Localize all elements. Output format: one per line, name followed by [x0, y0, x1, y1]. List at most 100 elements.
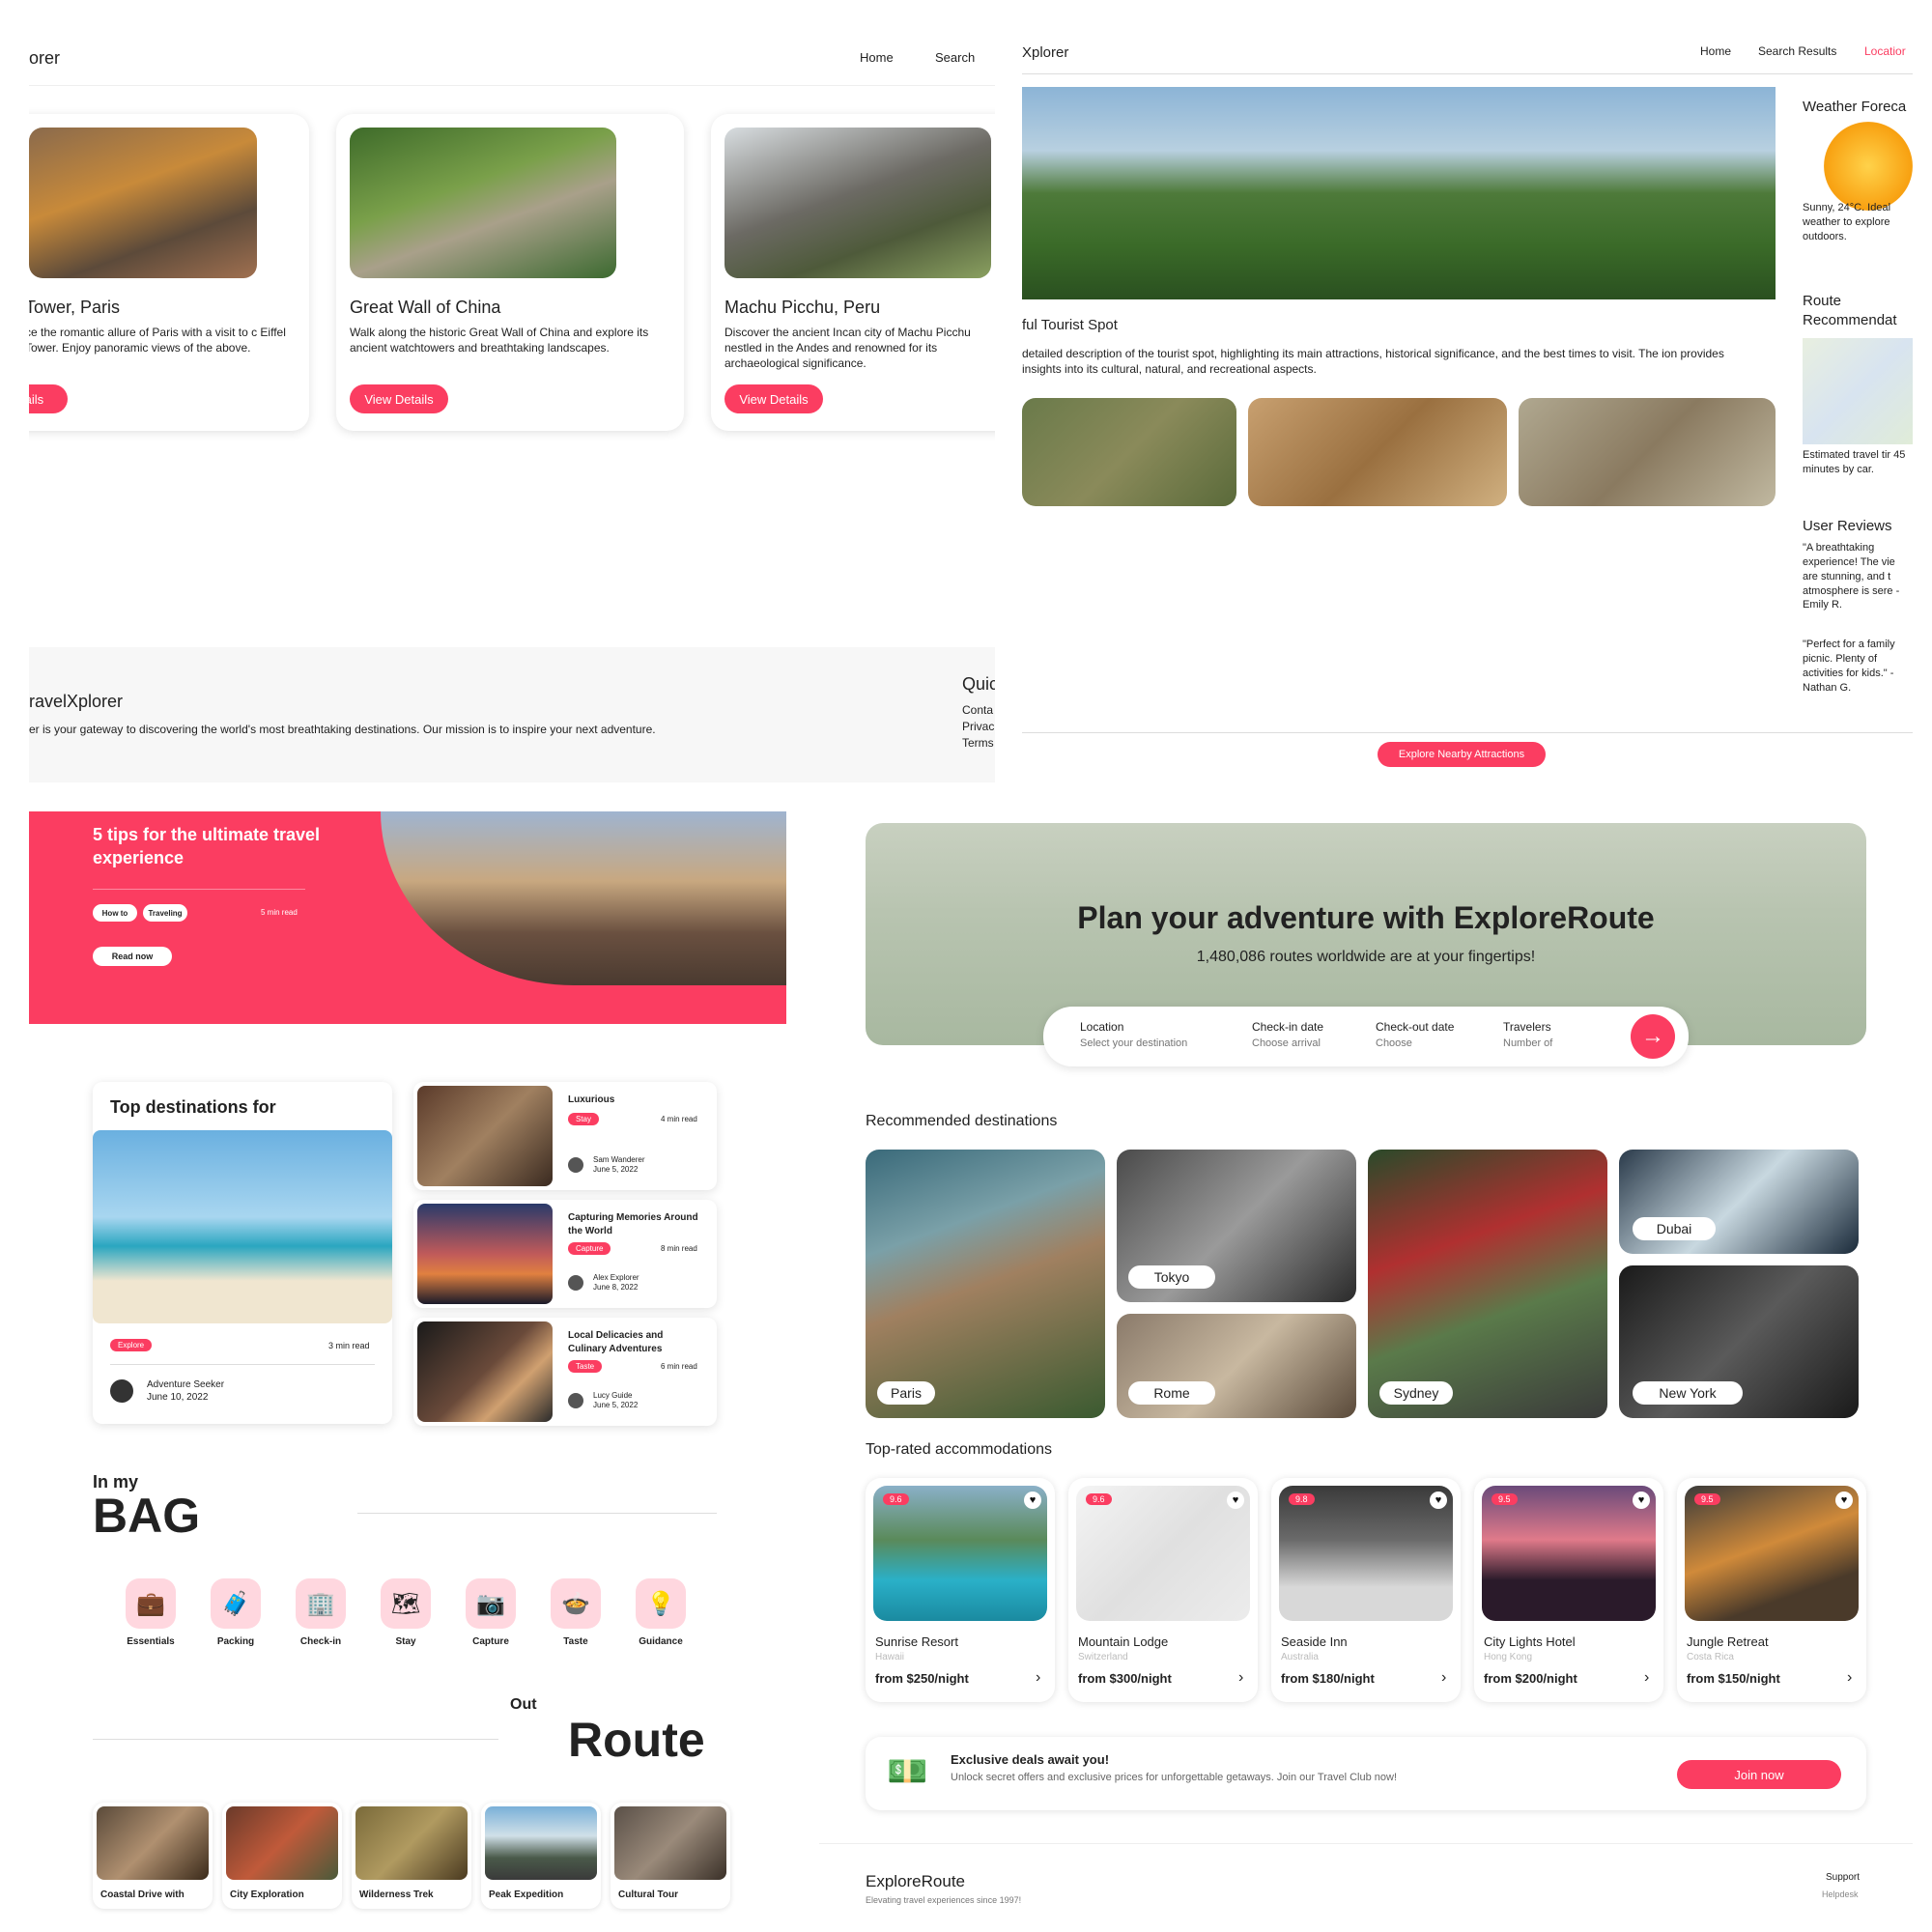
nav-search-results[interactable]: Search Results	[1758, 44, 1836, 58]
view-details-button[interactable]: View Details	[350, 384, 448, 413]
heart-icon[interactable]: ♥	[1835, 1492, 1853, 1509]
deal-title: Exclusive deals await you!	[951, 1752, 1110, 1767]
category-label: Taste	[563, 1636, 588, 1647]
accommodation-card[interactable]: 9.8 ♥ Seaside Inn Australia from $180/ni…	[1271, 1478, 1461, 1702]
nav-home[interactable]: Home	[1700, 44, 1731, 58]
chevron-right-icon[interactable]: ›	[1238, 1669, 1243, 1687]
brand-logo[interactable]: orer	[29, 48, 60, 69]
heart-icon[interactable]: ♥	[1633, 1492, 1650, 1509]
accommodations-title: Top-rated accommodations	[866, 1441, 1052, 1458]
tag-how-to[interactable]: How to	[93, 904, 137, 922]
read-time: 6 min read	[661, 1362, 697, 1371]
card-description: ce the romantic allure of Paris with a v…	[29, 326, 286, 355]
author-name: Adventure Seeker	[147, 1379, 225, 1390]
nav-search[interactable]: Search	[935, 50, 975, 65]
search-submit-button[interactable]: →	[1631, 1014, 1675, 1059]
accommodation-location: Hawaii	[875, 1652, 905, 1662]
accommodation-image	[873, 1486, 1047, 1621]
heart-icon[interactable]: ♥	[1227, 1492, 1244, 1509]
tag-stay[interactable]: Stay	[568, 1113, 600, 1125]
accommodation-image	[1279, 1486, 1453, 1621]
checkin-input[interactable]	[1252, 1037, 1358, 1049]
footer-link-helpdesk[interactable]: Helpdesk	[1822, 1889, 1859, 1899]
read-now-button[interactable]: Read now	[93, 947, 172, 966]
article-card[interactable]: Capturing Memories Around the World Capt…	[413, 1200, 717, 1308]
destination-tile-dubai[interactable]: Dubai	[1619, 1150, 1859, 1254]
destination-tile-new-york[interactable]: New York	[1619, 1265, 1859, 1418]
panel-travel-blog: 5 tips for the ultimate travel experienc…	[29, 811, 792, 1932]
card-description: Walk along the historic Great Wall of Ch…	[350, 326, 649, 355]
accommodation-location: Switzerland	[1078, 1652, 1128, 1662]
chevron-right-icon[interactable]: ›	[1644, 1669, 1649, 1687]
article-card[interactable]: Local Delicacies and Culinary Adventures…	[413, 1318, 717, 1426]
location-input[interactable]	[1080, 1037, 1225, 1049]
route-card[interactable]: Coastal Drive with	[93, 1803, 213, 1909]
chevron-right-icon[interactable]: ›	[1441, 1669, 1446, 1687]
accommodation-name: Seaside Inn	[1281, 1634, 1348, 1649]
read-time: 5 min read	[261, 908, 298, 917]
bulb-icon[interactable]: 💡	[636, 1578, 686, 1629]
article-card[interactable]: Luxurious Stay 4 min read Sam Wanderer J…	[413, 1082, 717, 1190]
bag-icon[interactable]: 💼	[126, 1578, 176, 1629]
map-icon[interactable]: 🗺	[381, 1578, 431, 1629]
destination-tile-tokyo[interactable]: Tokyo	[1117, 1150, 1356, 1302]
route-card[interactable]: Cultural Tour	[611, 1803, 730, 1909]
footer-link-terms[interactable]: Terms	[962, 736, 994, 750]
nav-location[interactable]: Locatior	[1864, 44, 1906, 58]
heart-icon[interactable]: ♥	[1024, 1492, 1041, 1509]
route-map[interactable]	[1803, 338, 1913, 444]
great-wall-image	[350, 128, 616, 278]
accommodation-image	[1076, 1486, 1250, 1621]
search-bar: Location Check-in date Check-out date Tr…	[1043, 1007, 1689, 1066]
camera-icon[interactable]: 📷	[466, 1578, 516, 1629]
explore-nearby-button[interactable]: Explore Nearby Attractions	[1378, 742, 1546, 767]
join-now-button[interactable]: Join now	[1677, 1760, 1841, 1789]
hotel-icon[interactable]: 🏢	[296, 1578, 346, 1629]
route-divider	[93, 1739, 498, 1740]
sun-icon	[1824, 122, 1913, 211]
accommodation-card[interactable]: 9.6 ♥ Sunrise Resort Hawaii from $250/ni…	[866, 1478, 1055, 1702]
chevron-right-icon[interactable]: ›	[1036, 1669, 1040, 1687]
accommodation-card[interactable]: 9.6 ♥ Mountain Lodge Switzerland from $3…	[1068, 1478, 1258, 1702]
destination-tile-sydney[interactable]: Sydney	[1368, 1150, 1607, 1418]
tag-taste[interactable]: Taste	[568, 1360, 603, 1373]
route-title: Route Recommendat	[1803, 293, 1897, 329]
route-card[interactable]: Wilderness Trek	[352, 1803, 471, 1909]
article-image-food	[417, 1321, 553, 1422]
hero-banner: 5 tips for the ultimate travel experienc…	[29, 811, 786, 1024]
view-details-button[interactable]: etails	[29, 384, 68, 413]
footer-link-privacy[interactable]: Privac	[962, 720, 994, 733]
accommodation-location: Australia	[1281, 1652, 1319, 1662]
gallery-image-crowd[interactable]	[1519, 398, 1776, 506]
tag-capture[interactable]: Capture	[568, 1242, 611, 1255]
nav-home[interactable]: Home	[860, 50, 894, 65]
hero-subtitle: 1,480,086 routes worldwide are at your f…	[1196, 949, 1536, 965]
rating-badge: 9.8	[1289, 1493, 1315, 1505]
destination-tile-paris[interactable]: Paris	[866, 1150, 1105, 1418]
chevron-right-icon[interactable]: ›	[1847, 1669, 1852, 1687]
footer-link-contact[interactable]: Conta	[962, 703, 993, 717]
panel-travelxplorer-list: orer Home Search Tower, Paris ce the rom…	[29, 29, 995, 782]
gallery-image-aerial[interactable]	[1022, 398, 1236, 506]
tag-explore[interactable]: Explore	[110, 1339, 153, 1351]
bag-divider	[357, 1513, 717, 1514]
route-card[interactable]: Peak Expedition	[481, 1803, 601, 1909]
brand-logo[interactable]: Xplorer	[1022, 44, 1068, 61]
view-details-button[interactable]: View Details	[724, 384, 823, 413]
accommodation-card[interactable]: 9.5 ♥ Jungle Retreat Costa Rica from $15…	[1677, 1478, 1866, 1702]
route-card[interactable]: City Exploration	[222, 1803, 342, 1909]
heart-icon[interactable]: ♥	[1430, 1492, 1447, 1509]
accommodation-name: Mountain Lodge	[1078, 1634, 1169, 1649]
featured-article-card[interactable]: Top destinations for Explore 3 min read …	[93, 1082, 392, 1424]
checkout-input[interactable]	[1376, 1037, 1482, 1049]
spot-description: detailed description of the tourist spot…	[1022, 347, 1724, 377]
travelers-input[interactable]	[1503, 1037, 1609, 1049]
suitcase-icon[interactable]: 🧳	[211, 1578, 261, 1629]
destination-tile-rome[interactable]: Rome	[1117, 1314, 1356, 1418]
tag-traveling[interactable]: Traveling	[143, 904, 187, 922]
food-icon[interactable]: 🍲	[551, 1578, 601, 1629]
route-image	[485, 1806, 597, 1880]
gallery-image-bird[interactable]	[1248, 398, 1507, 506]
accommodation-price: from $200/night	[1484, 1671, 1577, 1686]
accommodation-card[interactable]: 9.5 ♥ City Lights Hotel Hong Kong from $…	[1474, 1478, 1663, 1702]
